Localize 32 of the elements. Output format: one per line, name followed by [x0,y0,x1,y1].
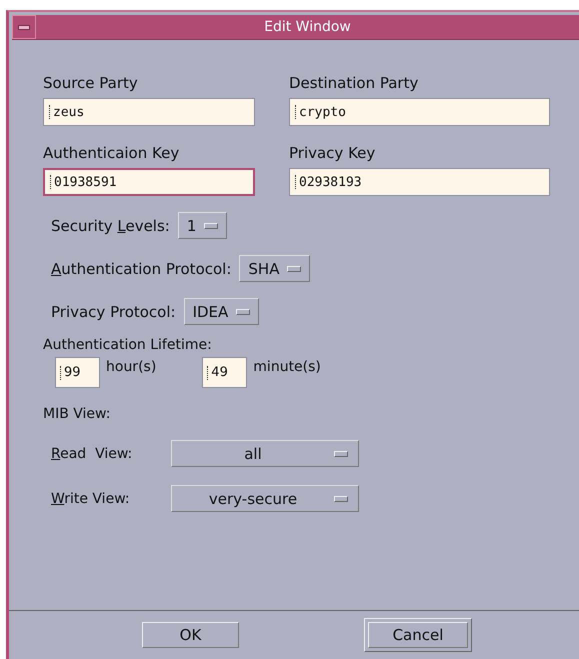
text-cursor-icon [295,105,298,119]
field-label: Authenticaion Key [43,144,180,162]
view-menu[interactable]: all [171,440,359,467]
text-cursor-icon [50,175,53,189]
view-label: Read View: [51,446,134,462]
option-label: Privacy Protocol: [51,302,176,320]
option-menu[interactable]: 1 [178,212,228,239]
window-title: Edit Window [263,19,352,35]
unit-label: minute(s) [253,359,321,375]
hours-field[interactable]: 99 [55,357,100,388]
text-field[interactable]: 01938591 [43,168,255,196]
field-label: Destination Party [289,74,420,92]
section-label: Authentication Lifetime: [43,337,212,353]
option-menu[interactable]: IDEA [184,298,260,325]
dialog-button[interactable]: OK [142,622,239,648]
text-cursor-icon [49,105,52,119]
section-label: MIB View: [43,406,110,422]
field-label: Source Party [43,74,139,92]
minutes-field[interactable]: 49 [202,357,248,388]
text-field[interactable]: zeus [43,98,255,126]
dialog-button[interactable]: Cancel [368,622,468,648]
option-menu[interactable]: SHA [239,255,310,282]
view-label: Write View: [51,490,131,506]
unit-label: hour(s) [106,359,156,375]
view-menu[interactable]: very-secure [171,485,359,512]
text-field[interactable]: crypto [289,98,550,126]
text-cursor-icon [295,175,298,189]
field-label: Privacy Key [289,144,376,162]
option-label: Authentication Protocol: [51,260,232,278]
option-label: Security Levels: [51,216,170,234]
window-menu-button[interactable] [12,15,36,39]
text-field[interactable]: 02938193 [289,168,550,196]
